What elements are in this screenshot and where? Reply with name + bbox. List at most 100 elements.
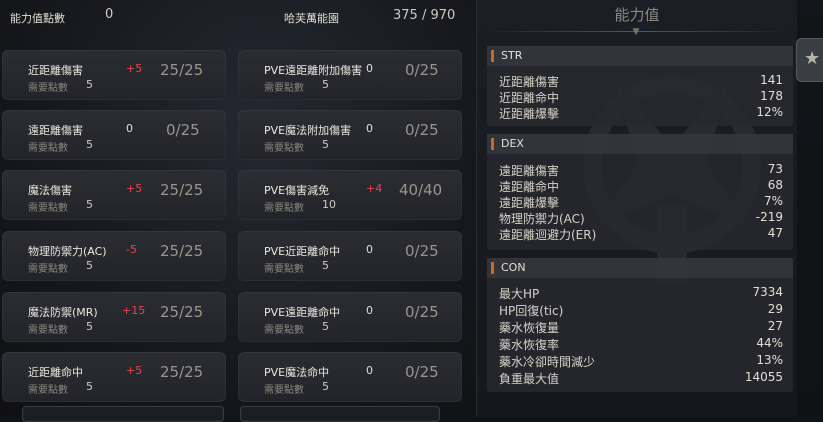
stat-delta: 0 bbox=[366, 122, 373, 135]
stat-delta: -5 bbox=[126, 243, 137, 256]
stat-value: 68 bbox=[767, 178, 783, 192]
stat-label: 遠距離命中 bbox=[499, 180, 560, 194]
stat-delta: +5 bbox=[126, 182, 143, 195]
panel-title: 哈芙萬能園 bbox=[284, 12, 339, 25]
required-points-label: 需要點數 bbox=[264, 264, 304, 275]
stat-value: 13% bbox=[756, 353, 783, 367]
stat-card[interactable]: PVE遠距離附加傷害 0 0/25 需要點數 5 bbox=[238, 50, 462, 100]
stat-ratio: 0/25 bbox=[405, 303, 439, 321]
stat-ratio: 25/25 bbox=[160, 303, 204, 321]
stats-panel-title: 能力值 bbox=[614, 6, 660, 24]
stat-delta: +4 bbox=[366, 182, 383, 195]
stat-card[interactable]: PVE遠距離命中 0 0/25 需要點數 5 bbox=[238, 292, 462, 342]
stat-row: 負重最大值 14055 bbox=[499, 370, 783, 386]
capacity-value: 375 / 970 bbox=[393, 8, 456, 23]
stat-ratio: 40/40 bbox=[399, 181, 443, 199]
required-points-label: 需要點數 bbox=[28, 385, 68, 396]
stat-value: 73 bbox=[767, 162, 783, 176]
required-points-value: 5 bbox=[86, 198, 93, 211]
stat-label: 近距離傷害 bbox=[499, 75, 560, 89]
stat-ratio: 25/25 bbox=[160, 363, 204, 381]
required-points-value: 5 bbox=[322, 138, 329, 151]
stat-row: 藥水冷卻時間減少 13% bbox=[499, 353, 783, 369]
stat-value: 29 bbox=[767, 302, 783, 316]
stat-value: 47 bbox=[767, 226, 783, 240]
stat-delta: 0 bbox=[126, 122, 133, 135]
stat-ratio: 25/25 bbox=[160, 61, 204, 79]
stat-name: PVE魔法附加傷害 bbox=[264, 124, 352, 137]
stat-allocation-panel: 能力值點數 0 哈芙萬能園 375 / 970 近距離傷害 +5 25/25 需要點數… bbox=[0, 0, 476, 422]
stat-name: 物理防禦力(AC) bbox=[28, 245, 107, 258]
stat-row: 藥水恢復量 27 bbox=[499, 319, 783, 335]
stat-ratio: 0/25 bbox=[405, 242, 439, 260]
required-points-value: 5 bbox=[86, 138, 93, 151]
required-points-label: 需要點數 bbox=[28, 143, 68, 154]
section-title: STR bbox=[501, 49, 523, 62]
stat-card[interactable]: PVE近距離命中 0 0/25 需要點數 5 bbox=[238, 231, 462, 281]
stat-ratio: 25/25 bbox=[160, 242, 204, 260]
stat-label: 藥水恢復量 bbox=[499, 321, 560, 335]
required-points-label: 需要點數 bbox=[28, 325, 68, 336]
stat-label: 遠距離迴避力(ER) bbox=[499, 228, 597, 242]
stat-card[interactable]: PVE魔法附加傷害 0 0/25 需要點數 5 bbox=[238, 110, 462, 160]
stat-row: 最大HP 7334 bbox=[499, 285, 783, 301]
required-points-value: 5 bbox=[322, 320, 329, 333]
section-str: STR 近距離傷害 141 近距離命中 178 近距離爆擊 12% bbox=[487, 46, 793, 126]
stat-row: 遠距離爆擊 7% bbox=[499, 194, 783, 210]
stat-ratio: 0/25 bbox=[405, 121, 439, 139]
section-title: CON bbox=[501, 261, 526, 274]
stat-label: 負重最大值 bbox=[499, 372, 560, 386]
stat-name: PVE遠距離命中 bbox=[264, 306, 341, 319]
stat-ratio: 25/25 bbox=[160, 181, 204, 199]
stat-value: 12% bbox=[756, 105, 783, 119]
stat-card[interactable]: 近距離命中 +5 25/25 需要點數 5 bbox=[2, 352, 226, 402]
stat-delta: +5 bbox=[126, 62, 143, 75]
stat-card[interactable]: 近距離傷害 +5 25/25 需要點數 5 bbox=[2, 50, 226, 100]
stat-value: 27 bbox=[767, 319, 783, 333]
section-title: DEX bbox=[501, 137, 524, 150]
stat-row: 近距離傷害 141 bbox=[499, 73, 783, 89]
stat-card[interactable]: 遠距離傷害 0 0/25 需要點數 5 bbox=[2, 110, 226, 160]
stat-row: 藥水恢復率 44% bbox=[499, 336, 783, 352]
stat-ratio: 0/25 bbox=[405, 363, 439, 381]
stats-panel: 能力值 ▼ STR 近距離傷害 141 近距離命中 178 近距離爆擊 12% DEX… bbox=[476, 0, 823, 417]
stat-card[interactable]: 魔法防禦(MR) +15 25/25 需要點數 5 bbox=[2, 292, 226, 342]
stat-ratio: 0/25 bbox=[166, 121, 200, 139]
bottom-button-left[interactable] bbox=[22, 406, 224, 422]
section-dex: DEX 遠距離傷害 73 遠距離命中 68 遠距離爆擊 7% 物理防禦力(AC) -21… bbox=[487, 134, 793, 250]
stat-name: PVE近距離命中 bbox=[264, 245, 341, 258]
stat-label: 最大HP bbox=[499, 287, 540, 301]
stat-label: 遠距離爆擊 bbox=[499, 196, 560, 210]
stat-row: 遠距離迴避力(ER) 47 bbox=[499, 226, 783, 242]
stat-label: 藥水冷卻時間減少 bbox=[499, 355, 596, 369]
stat-name: 遠距離傷害 bbox=[28, 124, 83, 137]
required-points-value: 5 bbox=[86, 259, 93, 272]
stat-label: 近距離命中 bbox=[499, 91, 560, 105]
required-points-label: 需要點數 bbox=[264, 385, 304, 396]
stat-card[interactable]: PVE傷害減免 +4 40/40 需要點數 10 bbox=[238, 170, 462, 220]
required-points-value: 10 bbox=[322, 198, 336, 211]
required-points-label: 需要點數 bbox=[264, 143, 304, 154]
stat-name: 近距離命中 bbox=[28, 366, 83, 379]
stat-row: 近距離爆擊 12% bbox=[499, 105, 783, 121]
section-accent bbox=[491, 262, 494, 274]
stat-card[interactable]: 物理防禦力(AC) -5 25/25 需要點數 5 bbox=[2, 231, 226, 281]
stat-value: 44% bbox=[756, 336, 783, 350]
required-points-value: 5 bbox=[322, 78, 329, 91]
stat-name: 魔法傷害 bbox=[28, 184, 72, 197]
stat-row: HP回復(tic) 29 bbox=[499, 302, 783, 318]
bottom-button-right[interactable] bbox=[240, 406, 440, 422]
favorite-tab[interactable]: ★ bbox=[796, 38, 823, 82]
stat-ratio: 0/25 bbox=[405, 61, 439, 79]
stat-value: 178 bbox=[760, 89, 783, 103]
section-header: DEX bbox=[487, 134, 793, 154]
required-points-value: 5 bbox=[86, 78, 93, 91]
stat-card[interactable]: PVE魔法命中 0 0/25 需要點數 5 bbox=[238, 352, 462, 402]
section-header: STR bbox=[487, 46, 793, 66]
section-accent bbox=[491, 50, 494, 62]
points-value: 0 bbox=[105, 7, 114, 22]
stat-row: 物理防禦力(AC) -219 bbox=[499, 210, 783, 226]
stat-label: 遠距離傷害 bbox=[499, 164, 560, 178]
required-points-label: 需要點數 bbox=[28, 264, 68, 275]
stat-card[interactable]: 魔法傷害 +5 25/25 需要點數 5 bbox=[2, 170, 226, 220]
